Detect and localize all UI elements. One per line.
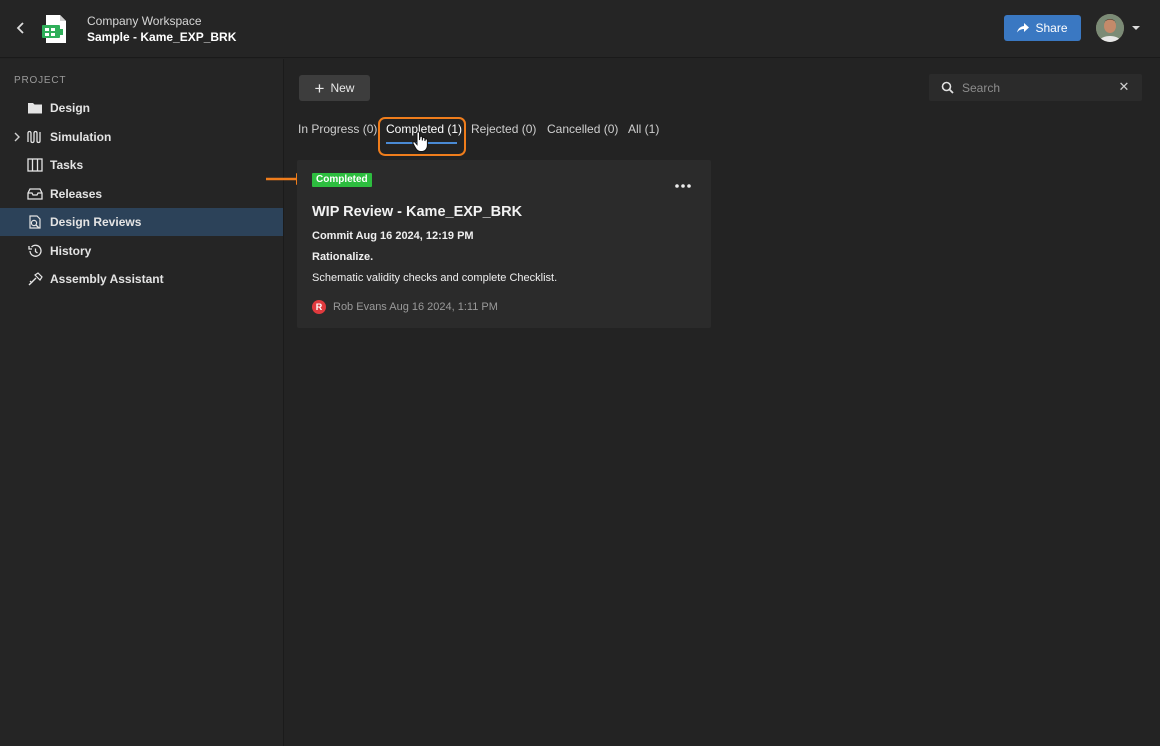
plus-icon: + (314, 78, 325, 98)
tab-rejected[interactable]: Rejected (0) (471, 122, 536, 136)
workspace-name: Company Workspace (87, 14, 202, 28)
review-title[interactable]: WIP Review - Kame_EXP_BRK (312, 204, 522, 220)
sidebar-item-label: Simulation (50, 130, 112, 144)
user-photo-icon (1096, 14, 1124, 42)
sidebar-item-history[interactable]: History (0, 237, 283, 265)
project-name: Sample - Kame_EXP_BRK (87, 30, 237, 44)
review-description: Schematic validity checks and complete C… (312, 272, 558, 284)
share-button[interactable]: Share (1004, 15, 1081, 41)
sidebar-item-simulation[interactable]: Simulation (0, 123, 283, 151)
sidebar-section-label: PROJECT (14, 75, 67, 86)
assembly-icon (28, 272, 43, 286)
folder-icon (28, 103, 42, 114)
sidebar-item-assembly-assistant[interactable]: Assembly Assistant (0, 265, 283, 293)
review-icon (29, 215, 41, 229)
sidebar: PROJECT Design Simulation Tasks Releases (0, 59, 284, 746)
kanban-icon (27, 158, 43, 172)
sidebar-item-label: Design Reviews (50, 215, 142, 229)
tab-all[interactable]: All (1) (628, 122, 659, 136)
author-meta: Rob Evans Aug 16 2024, 1:11 PM (333, 301, 498, 313)
sidebar-item-design-reviews[interactable]: Design Reviews (0, 208, 283, 236)
tab-cancelled[interactable]: Cancelled (0) (547, 122, 618, 136)
share-icon (1017, 23, 1030, 33)
package-icon (27, 188, 43, 200)
share-label: Share (1035, 21, 1068, 35)
status-badge: Completed (312, 173, 372, 187)
project-logo-icon (42, 15, 66, 43)
review-summary: Rationalize. (312, 251, 374, 263)
review-card[interactable]: Completed WIP Review - Kame_EXP_BRK Comm… (297, 160, 711, 328)
sidebar-item-tasks[interactable]: Tasks (0, 151, 283, 179)
chevron-right-icon[interactable] (12, 131, 22, 143)
tab-in-progress[interactable]: In Progress (0) (298, 122, 377, 136)
more-options-icon[interactable] (673, 179, 693, 193)
sidebar-item-label: Releases (50, 187, 103, 201)
back-arrow-icon[interactable] (14, 19, 28, 37)
sidebar-item-label: Assembly Assistant (50, 272, 164, 286)
sidebar-item-releases[interactable]: Releases (0, 180, 283, 208)
search-box: ✕ (929, 74, 1142, 101)
search-input[interactable] (962, 78, 1112, 97)
history-icon (28, 244, 42, 257)
sidebar-item-design[interactable]: Design (0, 94, 283, 122)
search-icon (941, 81, 954, 94)
sidebar-item-label: Design (50, 101, 91, 115)
sidebar-item-label: History (50, 244, 92, 258)
new-button-label: New (330, 81, 355, 95)
user-avatar[interactable] (1096, 14, 1124, 42)
waveform-icon (27, 130, 41, 144)
sidebar-item-label: Tasks (50, 158, 84, 172)
close-icon[interactable]: ✕ (1117, 80, 1131, 94)
author-avatar: R (312, 300, 326, 314)
review-commit: Commit Aug 16 2024, 12:19 PM (312, 230, 474, 242)
chevron-down-icon[interactable] (1132, 25, 1140, 31)
hand-cursor-icon (412, 131, 428, 152)
new-review-button[interactable]: + New (299, 75, 370, 101)
top-bar: Company Workspace Sample - Kame_EXP_BRK … (0, 0, 1160, 58)
